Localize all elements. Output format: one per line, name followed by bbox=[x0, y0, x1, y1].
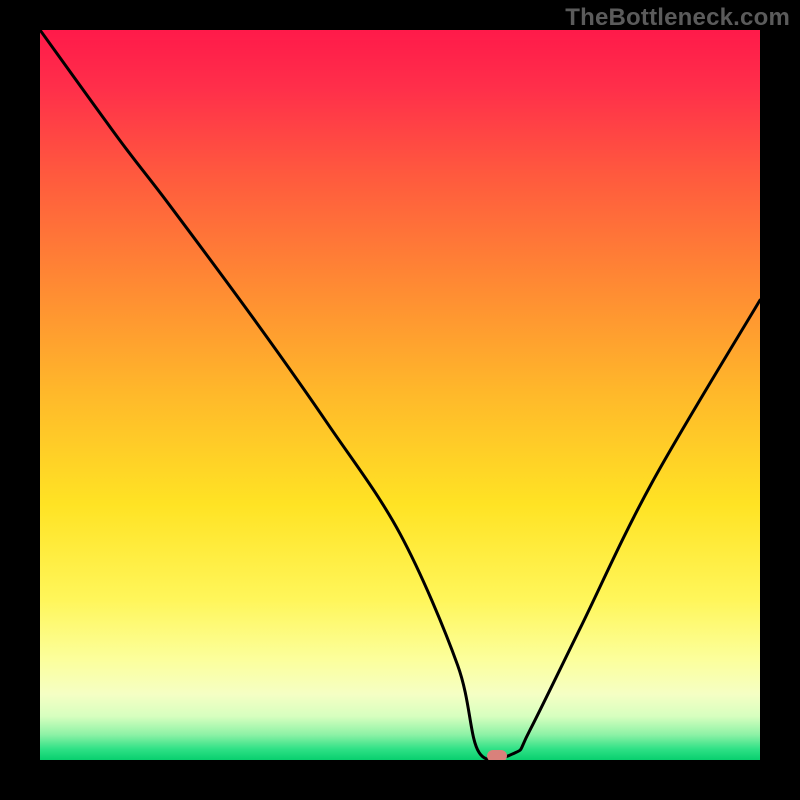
plot-area bbox=[40, 30, 760, 760]
optimal-point-marker bbox=[487, 750, 507, 760]
watermark-text: TheBottleneck.com bbox=[565, 4, 790, 32]
chart-svg bbox=[40, 30, 760, 760]
gradient-background bbox=[40, 30, 760, 760]
chart-frame: TheBottleneck.com bbox=[0, 0, 800, 800]
